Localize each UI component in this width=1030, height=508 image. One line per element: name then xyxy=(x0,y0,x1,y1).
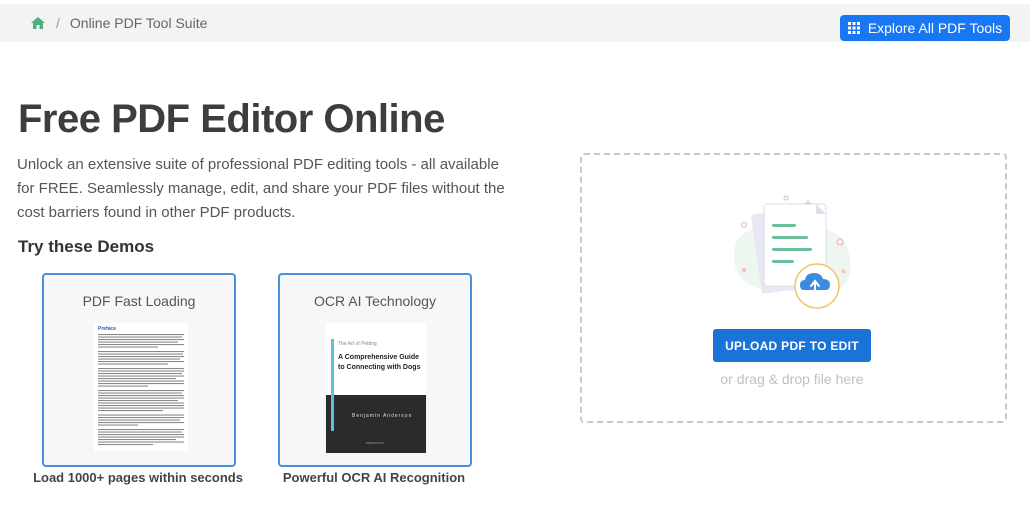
breadcrumb-separator: / xyxy=(56,15,60,31)
pdf-page-thumbnail: Preface xyxy=(94,323,188,451)
page-title: Free PDF Editor Online xyxy=(18,97,445,141)
page-description: Unlock an extensive suite of professiona… xyxy=(17,156,505,221)
home-icon[interactable] xyxy=(30,16,46,30)
drag-drop-hint: or drag & drop file here xyxy=(720,371,864,387)
demo-card-label: PDF Fast Loading xyxy=(82,293,196,309)
grid-icon xyxy=(847,22,860,34)
explore-button-label: Explore All PDF Tools xyxy=(867,20,1003,36)
book-title: A Comprehensive Guide to Connecting with… xyxy=(338,354,421,371)
book-author: Benjamin Anderson xyxy=(352,413,413,419)
cloud-upload-icon xyxy=(733,195,851,309)
book-publisher: PRINCETON xyxy=(366,441,384,445)
book-subtitle: The Art of Petting xyxy=(338,341,377,347)
thumb-heading: Preface xyxy=(98,326,116,332)
upload-pdf-button[interactable]: UPLOAD PDF TO EDIT xyxy=(713,329,871,362)
breadcrumb-current: Online PDF Tool Suite xyxy=(69,15,208,31)
demos-heading: Try these Demos xyxy=(18,237,155,256)
demo-card-label: OCR AI Technology xyxy=(314,293,436,309)
demo-caption-ocr: Powerful OCR AI Recognition xyxy=(282,470,466,485)
breadcrumb: / Online PDF Tool Suite xyxy=(30,15,207,31)
top-bar: / Online PDF Tool Suite Explore All PDF … xyxy=(0,4,1030,42)
book-cover-thumbnail: The Art of Petting A Comprehensive Guide… xyxy=(326,323,426,453)
demo-card-ocr[interactable]: OCR AI Technology The Art of Petting A C… xyxy=(278,273,472,467)
explore-all-tools-button[interactable]: Explore All PDF Tools xyxy=(840,15,1010,41)
document-lines: Preface xyxy=(98,326,184,446)
demo-caption-fast-loading: Load 1000+ pages within seconds xyxy=(33,470,243,485)
demo-card-fast-loading[interactable]: PDF Fast Loading Preface xyxy=(42,273,236,467)
